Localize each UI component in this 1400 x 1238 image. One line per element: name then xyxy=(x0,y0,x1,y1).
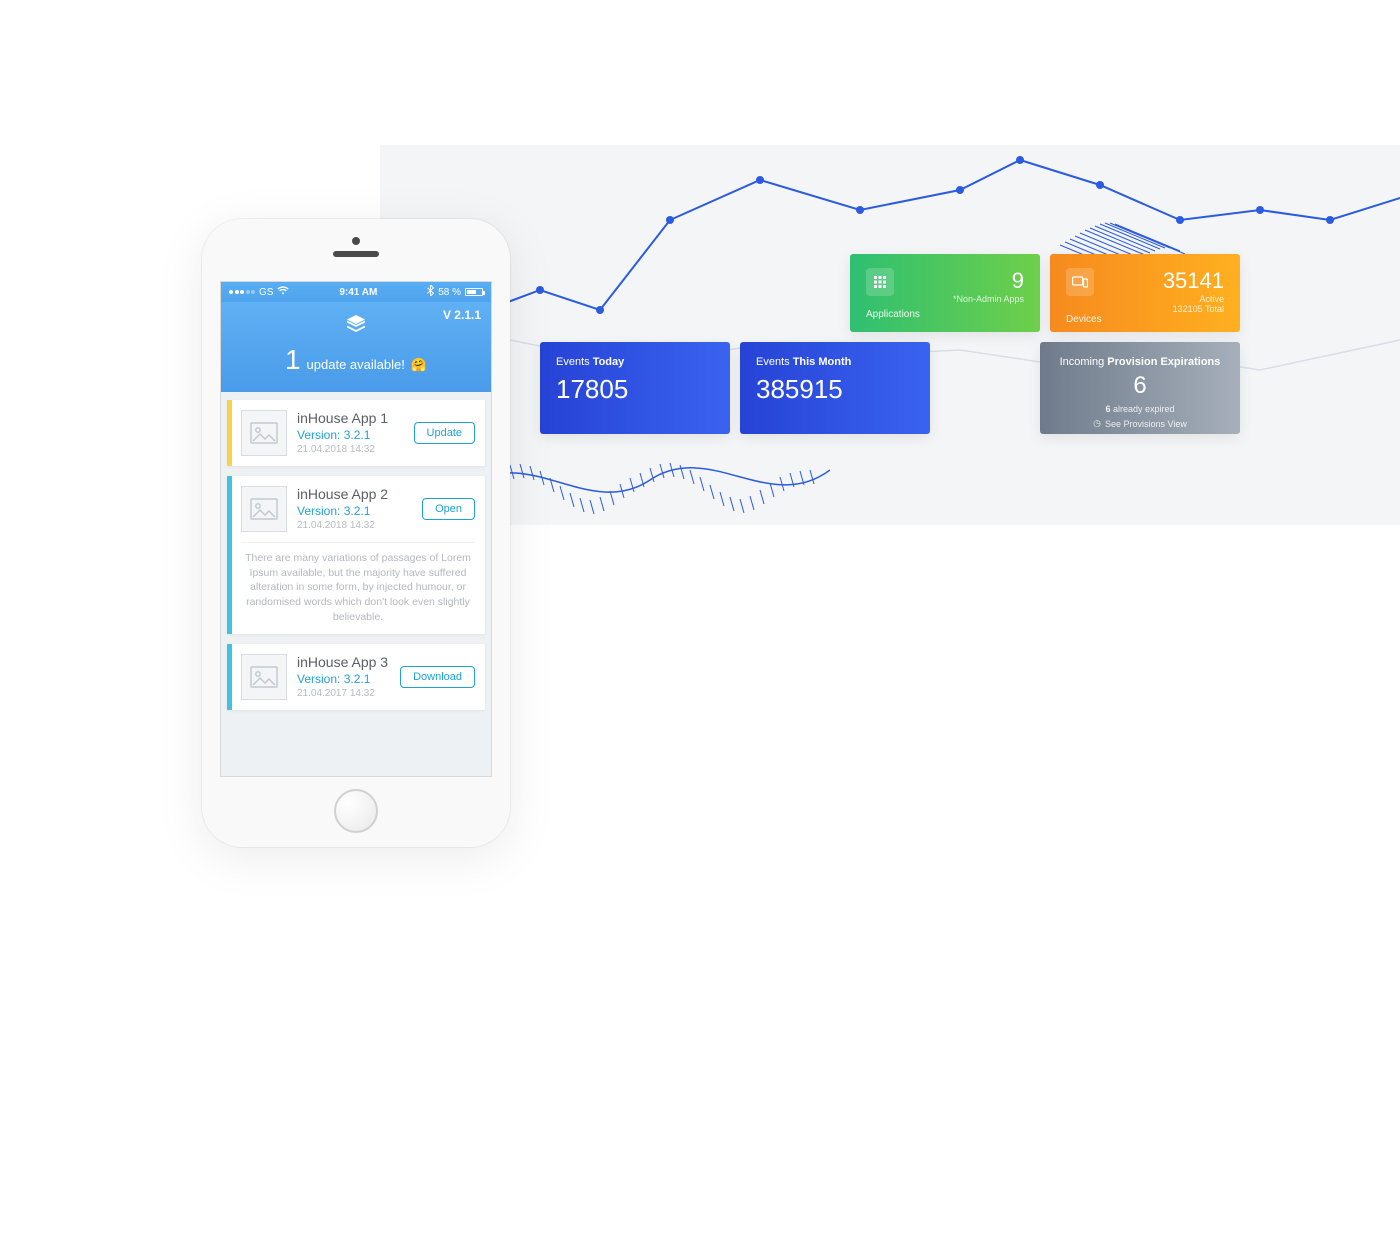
app-thumbnail-placeholder-icon xyxy=(241,654,287,700)
provisions-expired: 6 already expired xyxy=(1105,404,1174,414)
carrier-label: GS xyxy=(259,287,273,298)
devices-label: Devices xyxy=(1066,314,1224,325)
app-version: V 2.1.1 xyxy=(443,308,481,322)
dashboard: 9 *Non-Admin Apps Applications 35141 Act… xyxy=(540,254,1240,434)
provisions-value: 6 xyxy=(1133,372,1146,400)
applications-count: 9 xyxy=(953,268,1024,294)
card-stripe xyxy=(227,476,232,634)
app-name: inHouse App 2 xyxy=(297,486,412,502)
status-time: 9:41 AM xyxy=(339,287,377,298)
tile-provisions[interactable]: Incoming Provision Expirations 6 6 alrea… xyxy=(1040,342,1240,434)
wifi-icon xyxy=(277,286,289,298)
app-action-button[interactable]: Update xyxy=(414,422,475,444)
app-version-text: Version: 3.2.1 xyxy=(297,672,390,686)
phone-screen: GS 9:41 AM 58 % V 2.1.1 1 update av xyxy=(220,281,492,777)
status-bar: GS 9:41 AM 58 % xyxy=(221,282,491,302)
provisions-link[interactable]: ◷See Provisions View xyxy=(1093,418,1187,429)
app-name: inHouse App 3 xyxy=(297,654,390,670)
tile-applications[interactable]: 9 *Non-Admin Apps Applications xyxy=(850,254,1040,332)
app-version-text: Version: 3.2.1 xyxy=(297,428,404,442)
app-action-button[interactable]: Download xyxy=(400,666,475,688)
app-logo-icon xyxy=(343,312,369,338)
update-emoji: 🤗 xyxy=(411,357,427,373)
applications-label: Applications xyxy=(866,309,1024,320)
tile-devices[interactable]: 35141 Active 132105 Total Devices xyxy=(1050,254,1240,332)
app-version-text: Version: 3.2.1 xyxy=(297,504,412,518)
app-card: inHouse App 1 Version: 3.2.1 21.04.2018 … xyxy=(227,400,485,466)
app-description: There are many variations of passages of… xyxy=(241,542,475,624)
tile-events-today[interactable]: Events Today 17805 xyxy=(540,342,730,434)
card-stripe xyxy=(227,644,232,710)
devices-icon xyxy=(1066,268,1094,296)
events-month-value: 385915 xyxy=(756,374,914,405)
app-thumbnail-placeholder-icon xyxy=(241,486,287,532)
provisions-title: Incoming Provision Expirations xyxy=(1060,356,1221,368)
update-text: update available! xyxy=(307,357,405,372)
events-today-value: 17805 xyxy=(556,374,714,405)
app-date: 21.04.2018 14:32 xyxy=(297,444,404,455)
bluetooth-icon xyxy=(427,285,434,299)
phone-mockup: GS 9:41 AM 58 % V 2.1.1 1 update av xyxy=(202,219,510,847)
signal-dots-icon xyxy=(229,290,255,294)
app-card: inHouse App 2 Version: 3.2.1 21.04.2018 … xyxy=(227,476,485,634)
tile-events-month[interactable]: Events This Month 385915 xyxy=(740,342,930,434)
events-month-label: Events This Month xyxy=(756,356,914,368)
phone-camera-dot xyxy=(352,237,360,245)
battery-pct: 58 % xyxy=(438,287,461,298)
grid-icon xyxy=(866,268,894,296)
app-header: V 2.1.1 1 update available! 🤗 xyxy=(221,302,491,392)
update-count: 1 xyxy=(285,346,301,374)
app-date: 21.04.2018 14:32 xyxy=(297,520,412,531)
app-card: inHouse App 3 Version: 3.2.1 21.04.2017 … xyxy=(227,644,485,710)
devices-count: 35141 xyxy=(1163,268,1224,294)
clock-icon: ◷ xyxy=(1093,418,1101,429)
app-name: inHouse App 1 xyxy=(297,410,404,426)
app-thumbnail-placeholder-icon xyxy=(241,410,287,456)
phone-speaker xyxy=(333,251,379,257)
app-list[interactable]: inHouse App 1 Version: 3.2.1 21.04.2018 … xyxy=(221,392,491,776)
applications-sub: *Non-Admin Apps xyxy=(953,294,1024,304)
events-today-label: Events Today xyxy=(556,356,714,368)
app-action-button[interactable]: Open xyxy=(422,498,475,520)
devices-status: Active xyxy=(1163,294,1224,304)
home-button[interactable] xyxy=(334,789,378,833)
battery-icon xyxy=(465,288,483,296)
app-date: 21.04.2017 14:32 xyxy=(297,688,390,699)
devices-total: 132105 Total xyxy=(1163,304,1224,314)
card-stripe xyxy=(227,400,232,466)
